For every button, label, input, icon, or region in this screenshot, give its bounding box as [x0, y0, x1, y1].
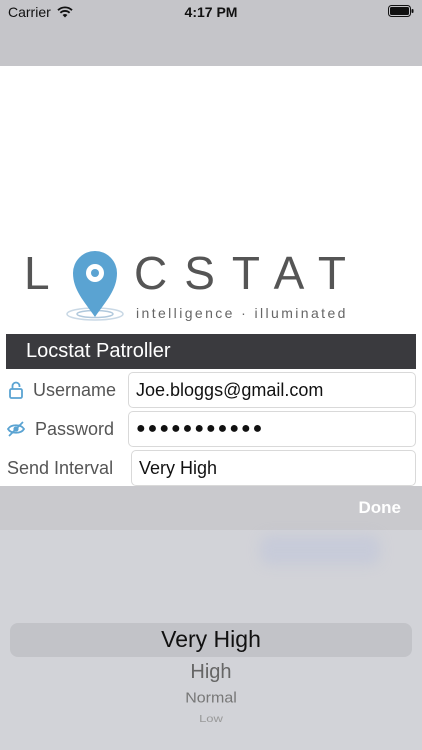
send-interval-field[interactable]: Very High [131, 450, 416, 486]
app-title: Locstat Patroller [26, 340, 171, 362]
send-interval-row: Send Interval Very High [0, 450, 422, 486]
picker-option-high[interactable]: High [0, 661, 422, 684]
picker-backdrop-blur [260, 535, 380, 565]
username-label: Username [33, 380, 117, 400]
done-button[interactable]: Done [359, 486, 402, 530]
picker-option-low[interactable]: Low [0, 713, 422, 724]
eye-off-icon[interactable] [6, 419, 26, 439]
picker-toolbar: Done [0, 486, 422, 530]
app-title-bar: Locstat Patroller [6, 334, 416, 369]
send-interval-label: Send Interval [7, 458, 114, 478]
battery-icon [388, 5, 414, 17]
username-field[interactable]: Joe.bloggs@gmail.com [128, 372, 416, 408]
status-bar: Carrier 4:17 PM [0, 0, 422, 24]
password-row: Password ●●●●●●●●●●● [0, 411, 422, 447]
picker-option-very-high[interactable]: Very High [0, 626, 422, 653]
username-row: Username Joe.bloggs@gmail.com [0, 372, 422, 408]
svg-text:CSTAT: CSTAT [134, 247, 363, 299]
logo-tagline: intelligence · illuminated [136, 305, 348, 321]
password-field[interactable]: ●●●●●●●●●●● [128, 411, 416, 447]
locstat-logo: L CSTAT intelligence · illuminated [24, 247, 363, 321]
location-pin-icon [66, 251, 124, 321]
svg-text:L: L [24, 247, 52, 299]
navigation-bar: Carrier 4:17 PM [0, 0, 422, 66]
picker-option-normal[interactable]: Normal [0, 691, 422, 707]
lock-icon [9, 381, 23, 399]
password-label: Password [35, 419, 115, 439]
clock: 4:17 PM [184, 4, 238, 20]
